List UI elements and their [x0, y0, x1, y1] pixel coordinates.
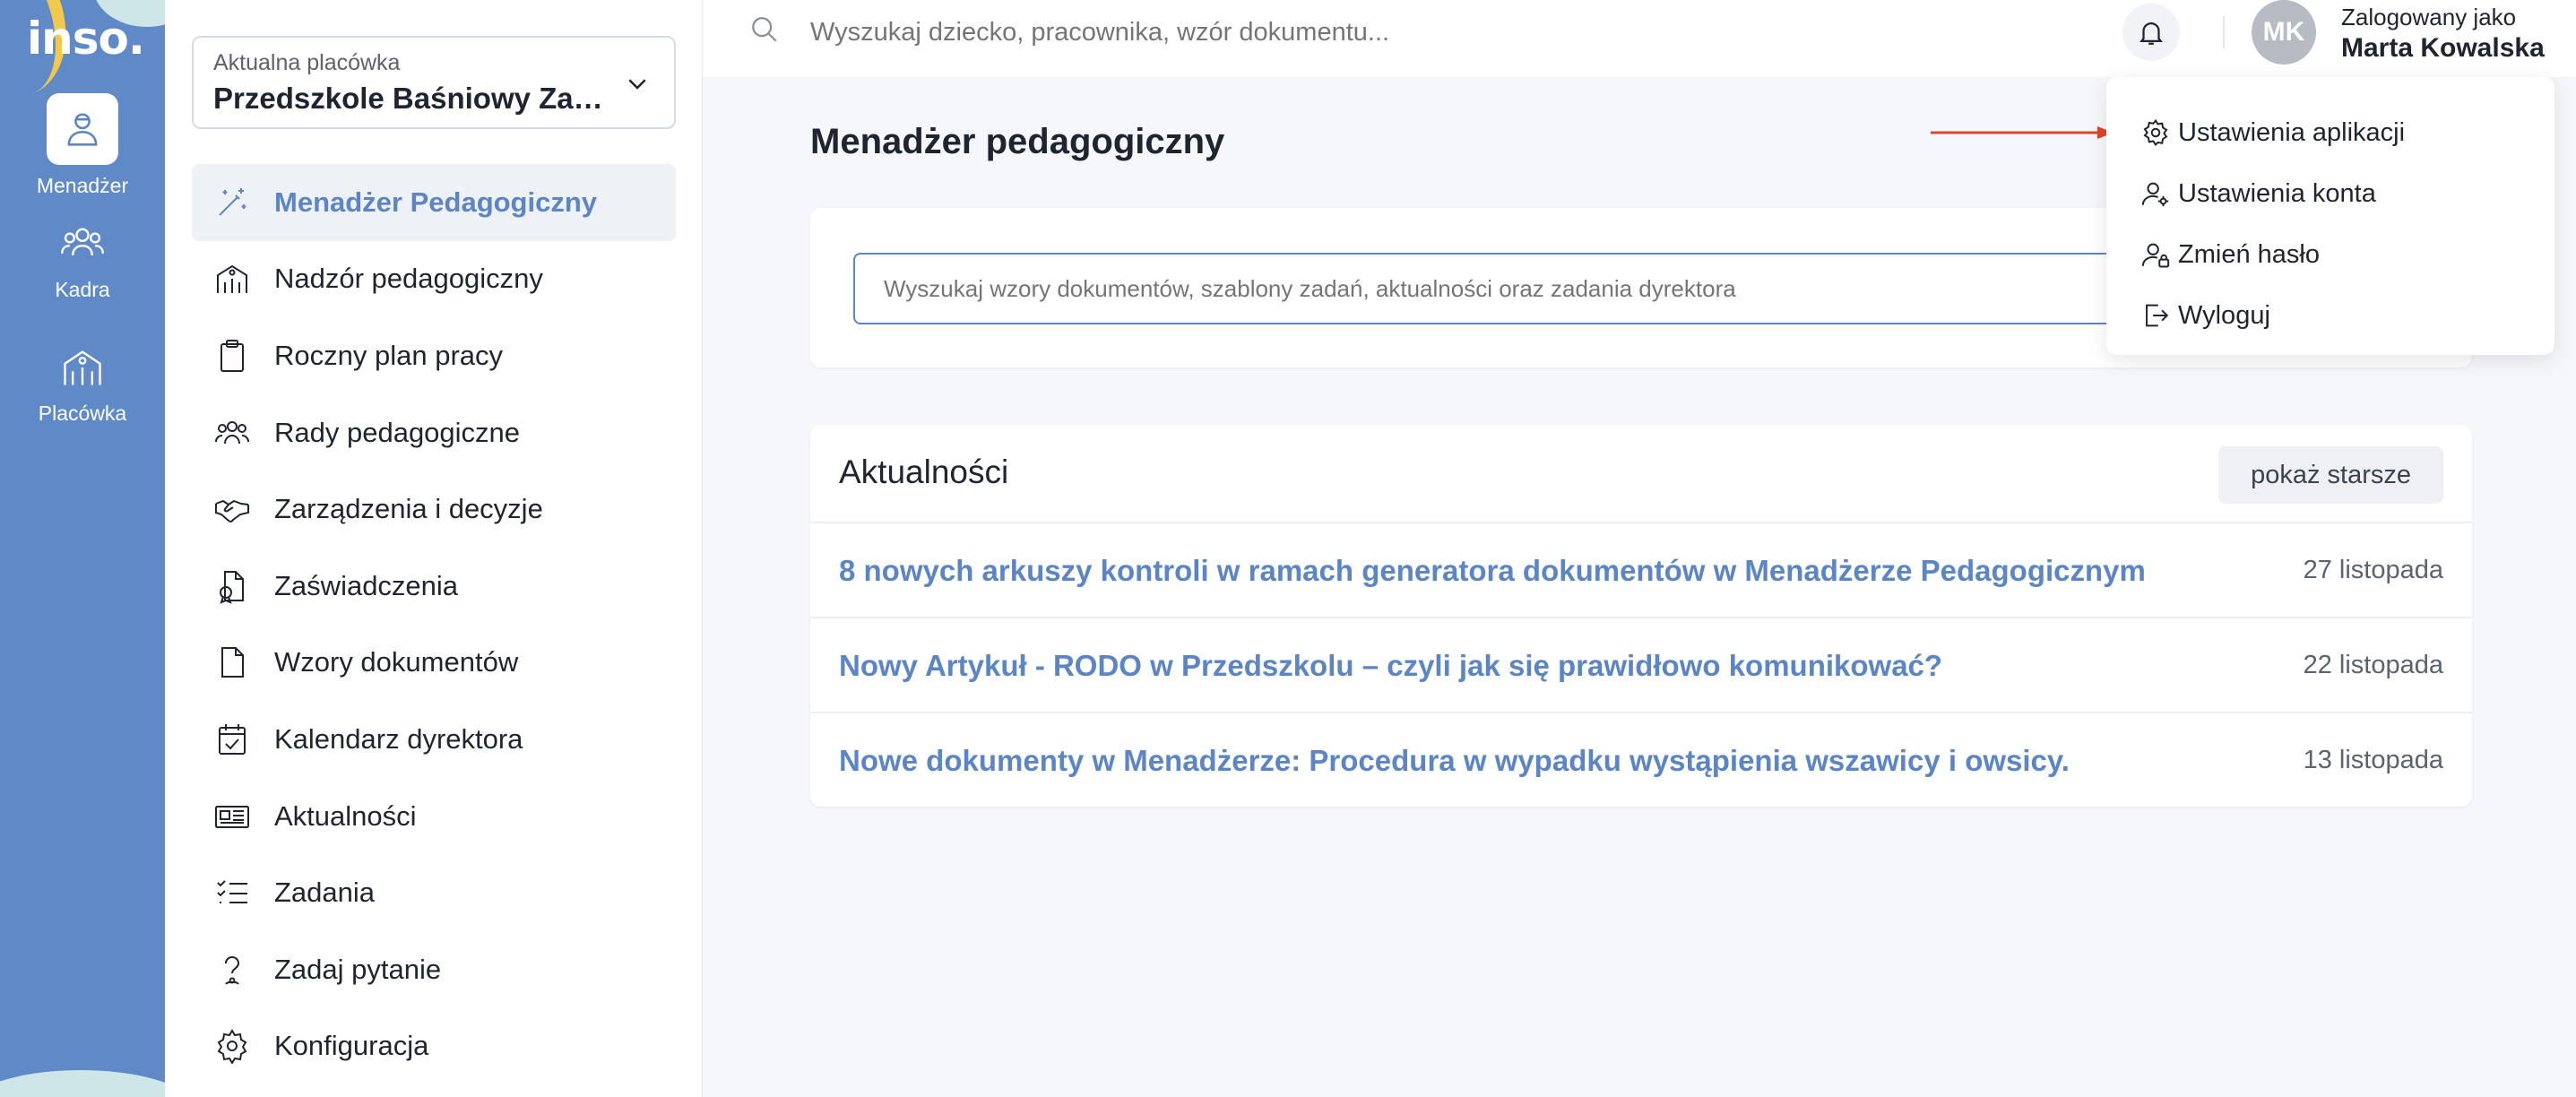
- global-search-input[interactable]: [810, 13, 1617, 52]
- building-icon: [64, 350, 101, 385]
- menu-item-label: Zmień hasło: [2178, 239, 2320, 269]
- gear-icon: [2143, 118, 2168, 147]
- staff-icon: [61, 228, 104, 256]
- sidebar-item-label: Nadzór pedagogiczny: [274, 263, 543, 295]
- sidebar-nav: Menadżer Pedagogiczny Nadzór pedagogiczn…: [192, 164, 676, 1084]
- sidebar-item-label: Wzory dokumentów: [274, 646, 519, 678]
- logout-icon: [2146, 304, 2169, 327]
- document-search-input[interactable]: [853, 253, 2287, 324]
- sidebar-item-zarzadzenia[interactable]: Zarządzenia i decyzje: [192, 471, 676, 548]
- chevron-down-icon: [628, 79, 646, 90]
- sidebar-item-label: Zaświadczenia: [274, 569, 459, 601]
- sidebar-item-kalendarz[interactable]: Kalendarz dyrektora: [192, 701, 676, 778]
- news-date: 22 listopada: [2303, 651, 2443, 679]
- rail-item-label: Menadżer: [36, 174, 129, 197]
- user-menu[interactable]: Zalogowany jako Marta Kowalska: [2341, 4, 2545, 64]
- user-name: Marta Kowalska: [2341, 33, 2545, 63]
- calendar-check-icon: [219, 723, 246, 755]
- rail-item-manager[interactable]: Menadżer: [0, 93, 165, 198]
- news-link[interactable]: 8 nowych arkuszy kontroli w ramach gener…: [839, 554, 2146, 588]
- list-item: 8 nowych arkuszy kontroli w ramach gener…: [810, 523, 2472, 618]
- show-older-button[interactable]: pokaż starsze: [2218, 446, 2443, 504]
- news-title: Aktualności: [839, 453, 1009, 490]
- news-header: Aktualności pokaż starsze: [810, 425, 2472, 523]
- document-icon: [221, 647, 244, 678]
- sidebar-item-menadzer-pedagogiczny[interactable]: Menadżer Pedagogiczny: [192, 164, 676, 241]
- list-item: Nowe dokumenty w Menadżerze: Procedura w…: [810, 713, 2472, 808]
- news-date: 13 listopada: [2303, 746, 2443, 774]
- bell-icon: [2139, 22, 2163, 45]
- user-lock-icon: [2141, 243, 2170, 268]
- menu-item-change-password[interactable]: Zmień hasło: [2106, 224, 2554, 285]
- app-rail: inso. Menadżer Kadra Placówka: [0, 0, 165, 1097]
- sidebar-item-nadzor[interactable]: Nadzór pedagogiczny: [192, 241, 676, 318]
- building-people-icon: [217, 265, 247, 294]
- sidebar-item-wzory[interactable]: Wzory dokumentów: [192, 625, 676, 702]
- notifications-button[interactable]: [2122, 4, 2180, 61]
- magic-wand-icon: [219, 187, 246, 216]
- sidebar-item-zaswiadczenia[interactable]: Zaświadczenia: [192, 548, 676, 625]
- newspaper-icon: [215, 805, 249, 828]
- divider: [2223, 16, 2225, 48]
- sidebar-item-label: Zadaj pytanie: [274, 953, 442, 985]
- sidebar-item-label: Aktualności: [274, 799, 417, 832]
- news-date: 27 listopada: [2303, 556, 2443, 584]
- news-link[interactable]: Nowe dokumenty w Menadżerze: Procedura w…: [839, 744, 2070, 778]
- sidebar-item-rady[interactable]: Rady pedagogiczne: [192, 394, 676, 471]
- top-bar: MK Zalogowany jako Marta Kowalska: [703, 0, 2576, 77]
- sidebar: Aktualna placówka Przedszkole Baśniowy Z…: [165, 0, 703, 1097]
- menu-item-label: Ustawienia aplikacji: [2178, 117, 2406, 147]
- sidebar-item-label: Rady pedagogiczne: [274, 416, 521, 448]
- placowka-value: Przedszkole Baśniowy Zakątek: [213, 82, 608, 115]
- handshake-icon: [215, 500, 249, 523]
- sidebar-item-zadania[interactable]: Zadania: [192, 854, 676, 931]
- menu-item-app-settings[interactable]: Ustawienia aplikacji: [2106, 102, 2554, 163]
- manager-icon: [67, 113, 98, 146]
- avatar[interactable]: MK: [2252, 0, 2316, 65]
- sidebar-item-label: Konfiguracja: [274, 1030, 429, 1062]
- clipboard-icon: [220, 339, 244, 372]
- menu-item-logout[interactable]: Wyloguj: [2106, 285, 2554, 346]
- placowka-select[interactable]: Aktualna placówka Przedszkole Baśniowy Z…: [192, 36, 676, 129]
- sidebar-item-label: Zarządzenia i decyzje: [274, 493, 543, 525]
- search-icon: [752, 17, 777, 42]
- rail-item-building[interactable]: Placówka: [0, 342, 165, 426]
- user-dropdown-menu: Ustawienia aplikacji Ustawienia konta Zm…: [2106, 77, 2554, 355]
- news-card: Aktualności pokaż starsze 8 nowych arkus…: [810, 425, 2472, 807]
- decor-shape: [0, 1070, 165, 1097]
- app-logo[interactable]: inso.: [27, 13, 145, 65]
- sidebar-item-aktualnosci[interactable]: Aktualności: [192, 778, 676, 855]
- sidebar-item-konfiguracja[interactable]: Konfiguracja: [192, 1008, 676, 1085]
- menu-item-label: Wyloguj: [2178, 300, 2270, 330]
- rail-item-staff[interactable]: Kadra: [0, 219, 165, 302]
- menu-item-label: Ustawienia konta: [2178, 178, 2376, 208]
- sidebar-item-label: Menadżer Pedagogiczny: [274, 186, 598, 218]
- news-link[interactable]: Nowy Artykuł - RODO w Przedszkolu – czyl…: [839, 649, 1942, 683]
- sidebar-item-label: Roczny plan pracy: [274, 339, 504, 371]
- question-icon: [225, 955, 240, 985]
- annotation-arrow-icon: [1931, 126, 2114, 139]
- rail-item-label: Kadra: [55, 278, 110, 301]
- rail-item-label: Placówka: [38, 402, 127, 425]
- sidebar-item-label: Zadania: [274, 877, 376, 909]
- logged-as-label: Zalogowany jako: [2341, 4, 2517, 30]
- user-gear-icon: [2141, 182, 2169, 207]
- sidebar-item-label: Kalendarz dyrektora: [274, 722, 523, 755]
- gear-icon: [217, 1029, 247, 1065]
- menu-item-account-settings[interactable]: Ustawienia konta: [2106, 163, 2554, 224]
- group-icon: [215, 420, 249, 444]
- placowka-label: Aktualna placówka: [213, 50, 401, 75]
- certificate-icon: [220, 570, 244, 604]
- page-title: Menadżer pedagogiczny: [810, 122, 1225, 161]
- sidebar-item-roczny-plan[interactable]: Roczny plan pracy: [192, 317, 676, 394]
- checklist-icon: [217, 880, 247, 904]
- sidebar-item-zadaj-pytanie[interactable]: Zadaj pytanie: [192, 931, 676, 1008]
- list-item: Nowy Artykuł - RODO w Przedszkolu – czyl…: [810, 618, 2472, 713]
